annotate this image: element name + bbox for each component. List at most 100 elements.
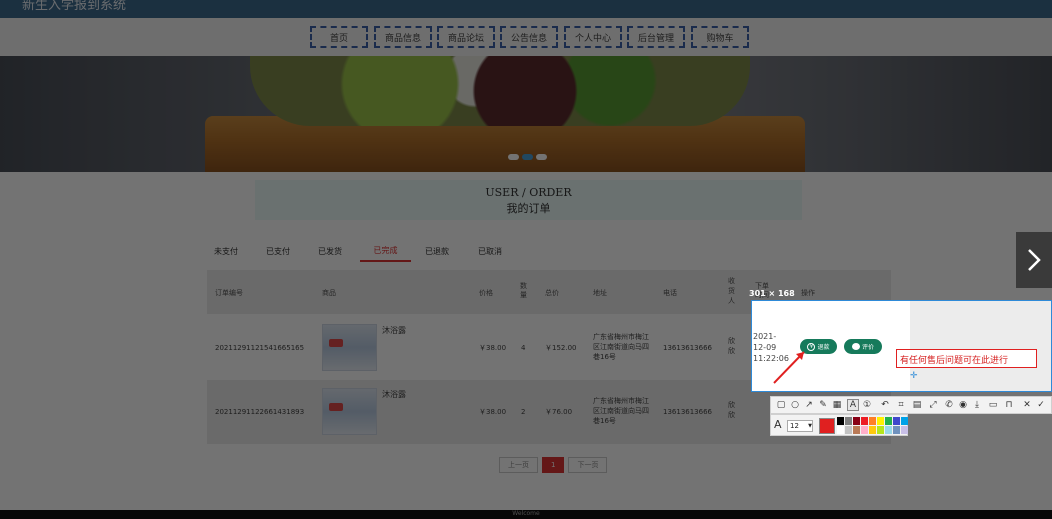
color-swatch[interactable] (861, 417, 868, 425)
col-phone: 电话 (663, 289, 677, 297)
order-time-line: 2021- (753, 332, 777, 341)
banner-carousel[interactable] (0, 56, 1052, 172)
crop-icon[interactable]: ⌗ (895, 399, 907, 411)
pin-icon[interactable]: ✆ (943, 399, 955, 411)
phone: 13613613666 (663, 344, 712, 352)
tab-refunded[interactable]: 已退款 (414, 240, 460, 262)
color-swatch[interactable] (885, 426, 892, 434)
section-title-cn: 我的订单 (506, 202, 551, 215)
color-palette (837, 417, 908, 434)
product-image[interactable] (322, 324, 377, 371)
number-icon[interactable]: ① (861, 399, 873, 411)
annotation-text: 有任何售后问题可在此进行 (900, 356, 1009, 366)
color-swatch[interactable] (845, 417, 852, 425)
banner-image-topping (250, 56, 750, 126)
product-name[interactable]: 沐浴露 (382, 326, 406, 336)
chevron-right-icon (1028, 249, 1041, 271)
product-name[interactable]: 沐浴露 (382, 390, 406, 400)
download-icon[interactable]: ⤓ (971, 399, 983, 411)
phone: 13613613666 (663, 408, 712, 416)
color-swatch[interactable] (861, 426, 868, 434)
col-product: 商品 (322, 289, 336, 297)
color-swatch[interactable] (901, 426, 908, 434)
tab-completed[interactable]: 已完成 (360, 240, 411, 262)
ellipse-icon[interactable]: ○ (789, 399, 801, 411)
order-no: 2021129112266143189З (215, 408, 305, 416)
color-swatch[interactable] (877, 426, 884, 434)
prev-page-button[interactable]: 上一页 (499, 457, 538, 473)
carousel-dot[interactable] (536, 154, 547, 160)
col-total: 总价 (545, 289, 559, 297)
refund-button-label: 退款 (817, 344, 830, 351)
move-cursor-icon: ✛ (910, 371, 918, 381)
color-swatch[interactable] (869, 426, 876, 434)
pagination: 上一页 1 下一页 (499, 457, 608, 473)
ocr-icon[interactable]: ▤ (911, 399, 923, 411)
tab-paid[interactable]: 已支付 (255, 240, 301, 262)
pen-icon[interactable]: ✎ (817, 399, 829, 411)
rectangle-icon[interactable]: ▢ (775, 399, 787, 411)
footer: Welcome (0, 510, 1052, 519)
review-button[interactable]: 评价 (844, 339, 882, 354)
nav-item-forum[interactable]: 商品论坛 (437, 26, 495, 48)
undo-icon[interactable]: ↶ (879, 399, 891, 411)
color-swatch[interactable] (845, 426, 852, 434)
screenshot-toolbar: ▢ ○ ↗ ✎ ▦ A ① ↶ ⌗ ▤ ⤢ ✆ ◉ ⤓ ▭ ⊓ ✕ ✓ (770, 396, 1052, 414)
section-title-en: USER / ORDER (485, 186, 572, 199)
annotation-arrow-icon[interactable] (770, 342, 815, 387)
text-properties-bar: A 12 ▼ (770, 414, 908, 436)
color-swatch[interactable] (877, 417, 884, 425)
col-order-no: 订单编号 (215, 289, 243, 297)
page-button-current[interactable]: 1 (542, 457, 565, 473)
color-swatch[interactable] (853, 417, 860, 425)
color-swatch[interactable] (837, 417, 844, 425)
nav-item-home[interactable]: 首页 (310, 26, 368, 48)
carousel-dots (508, 154, 547, 160)
color-swatch[interactable] (853, 426, 860, 434)
tab-unpaid[interactable]: 未支付 (203, 240, 249, 262)
close-icon[interactable]: ✕ (1021, 399, 1033, 411)
tab-cancelled[interactable]: 已取消 (467, 240, 513, 262)
expand-icon[interactable]: ⤢ (927, 399, 939, 411)
product-image[interactable] (322, 388, 377, 435)
arrow-icon[interactable]: ↗ (803, 399, 815, 411)
order-no: 20211291121541665165 (215, 344, 305, 352)
col-receiver: 收货人 (728, 277, 735, 305)
next-page-button[interactable]: 下一页 (568, 457, 608, 473)
color-swatch[interactable] (885, 417, 892, 425)
color-swatch[interactable] (893, 426, 900, 434)
receiver: 欣欣 (728, 337, 735, 355)
carousel-dot[interactable] (508, 154, 519, 160)
tab-shipped[interactable]: 已发货 (307, 240, 353, 262)
text-icon[interactable]: A (847, 399, 859, 411)
col-qty: 数量 (520, 282, 527, 299)
page: 新生入学报到系统 首页 商品信息 商品论坛 公告信息 个人中心 后台管理 购物车… (0, 0, 1052, 519)
color-swatch[interactable] (901, 417, 908, 425)
receiver: 欣欣 (728, 401, 735, 419)
current-color-swatch[interactable] (819, 418, 835, 434)
bookmark-icon[interactable]: ⊓ (1003, 399, 1015, 411)
font-size-select[interactable]: 12 ▼ (787, 420, 813, 432)
nav-item-admin[interactable]: 后台管理 (627, 26, 685, 48)
chat-icon (851, 343, 860, 350)
color-swatch[interactable] (893, 417, 900, 425)
chevron-down-icon: ▼ (808, 423, 812, 429)
record-icon[interactable]: ◉ (957, 399, 969, 411)
capture-size-label: 301 × 168 (749, 289, 795, 298)
save-icon[interactable]: ▭ (987, 399, 999, 411)
col-actions: 操作 (801, 289, 815, 297)
nav-item-profile[interactable]: 个人中心 (564, 26, 622, 48)
color-swatch[interactable] (869, 417, 876, 425)
carousel-dot-active[interactable] (522, 154, 533, 160)
color-swatch[interactable] (837, 426, 844, 434)
nav-item-cart[interactable]: 购物车 (691, 26, 749, 48)
nav-item-notices[interactable]: 公告信息 (500, 26, 558, 48)
section-header: USER / ORDER 我的订单 (255, 180, 802, 220)
next-arrow-button[interactable] (1016, 232, 1052, 288)
quantity: 4 (521, 344, 526, 352)
annotation-text-box[interactable]: 有任何售后问题可在此进行 (896, 349, 1037, 368)
nav-item-products[interactable]: 商品信息 (374, 26, 432, 48)
mosaic-icon[interactable]: ▦ (831, 399, 843, 411)
confirm-icon[interactable]: ✓ (1035, 399, 1047, 411)
review-button-label: 评价 (861, 344, 874, 351)
